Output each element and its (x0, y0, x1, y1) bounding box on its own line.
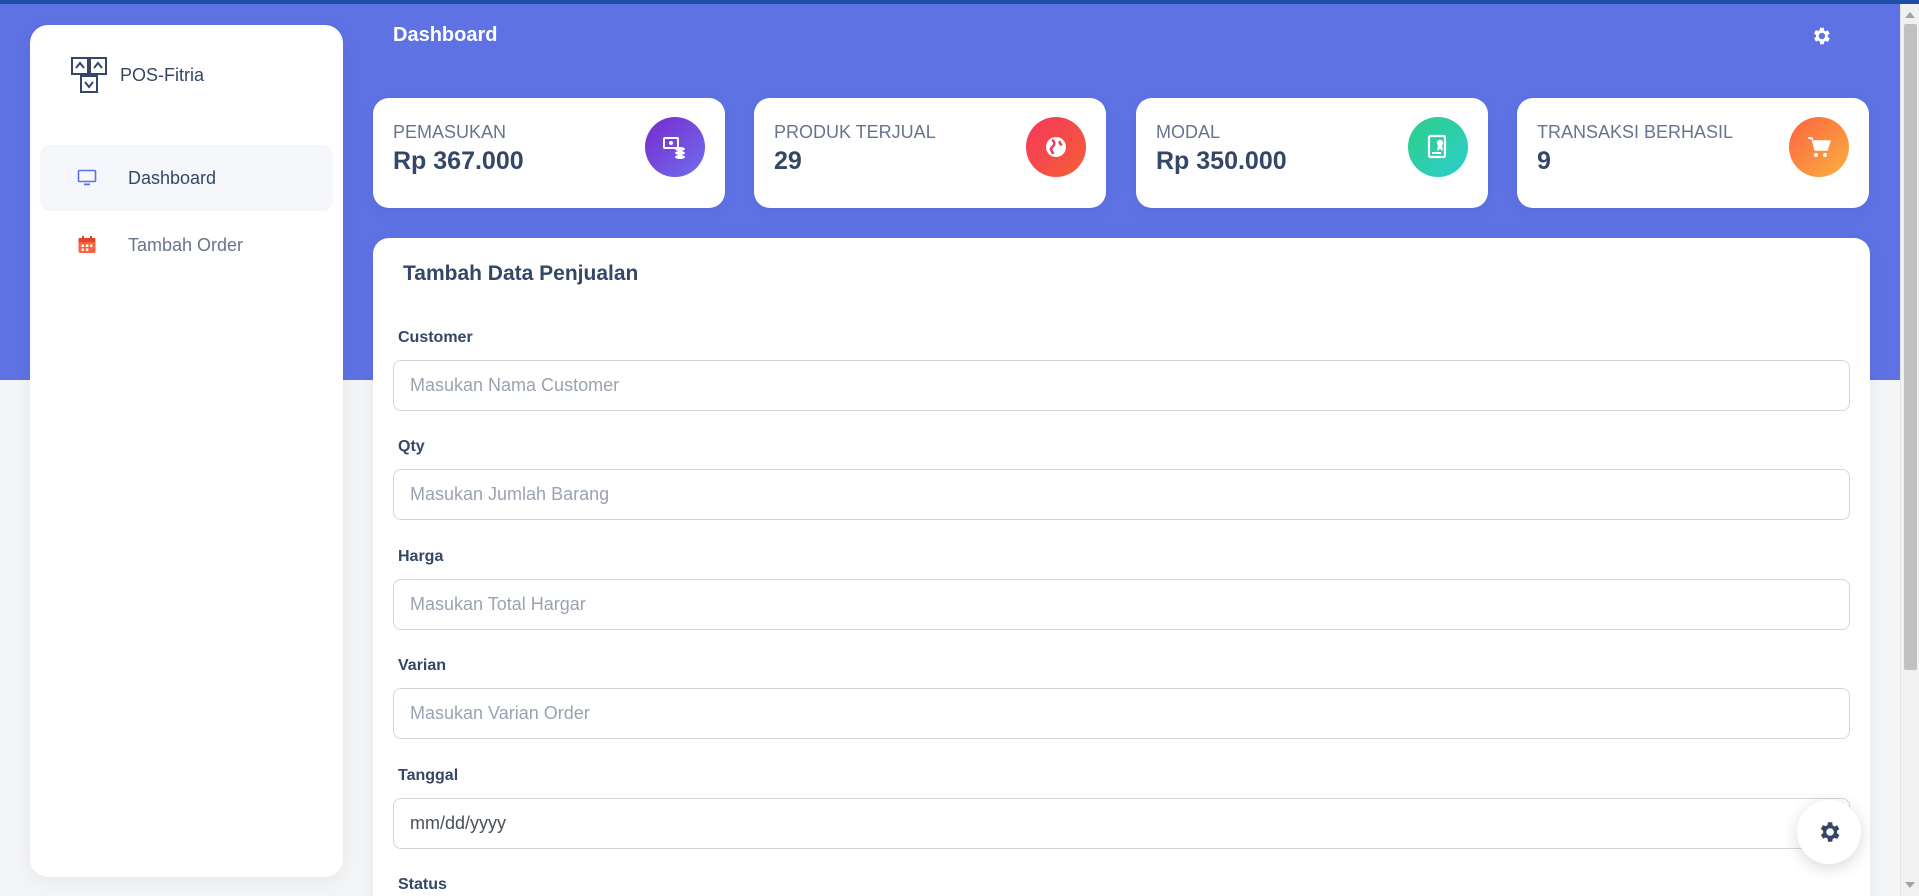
world-icon (1026, 117, 1086, 177)
tanggal-date-input[interactable]: mm/dd/yyyy (393, 798, 1850, 849)
gear-icon (1820, 822, 1840, 842)
page-scrollbar[interactable] (1900, 4, 1919, 896)
harga-input[interactable] (393, 579, 1850, 630)
cart-icon (1789, 117, 1849, 177)
customer-label: Customer (398, 329, 473, 346)
stat-label: PEMASUKAN (393, 122, 507, 142)
tanggal-label: Tanggal (398, 767, 459, 784)
stat-card-produk-terjual: PRODUK TERJUAL 29 (754, 98, 1106, 208)
paper-diploma-icon (1408, 117, 1468, 177)
stat-card-modal: MODAL Rp 350.000 (1136, 98, 1488, 208)
stat-label: PRODUK TERJUAL (774, 122, 936, 142)
qty-input[interactable] (393, 469, 1850, 520)
stat-card-transaksi-berhasil: TRANSAKSI BERHASIL 9 (1517, 98, 1869, 208)
sidebar: POS-Fitria Dashboard Tambah Order (30, 25, 343, 877)
stat-value: Rp 367.000 (393, 147, 524, 175)
stat-value: Rp 350.000 (1156, 147, 1287, 175)
stat-value: 29 (774, 147, 802, 175)
qty-label: Qty (398, 438, 425, 455)
stat-label: TRANSAKSI BERHASIL (1537, 122, 1734, 142)
page-title: Dashboard (393, 24, 498, 46)
customer-input[interactable] (393, 360, 1850, 411)
money-coins-icon (645, 117, 705, 177)
scroll-down-arrow-icon[interactable] (1905, 882, 1915, 888)
sidebar-item-dashboard[interactable]: Dashboard (40, 145, 333, 211)
form-card: Tambah Data Penjualan Customer Qty Harga… (373, 238, 1870, 896)
calendar-icon (76, 234, 98, 256)
settings-gear-icon[interactable] (1810, 25, 1832, 47)
varian-input[interactable] (393, 688, 1850, 739)
scrollbar-thumb[interactable] (1904, 24, 1917, 670)
floating-settings-button[interactable] (1797, 800, 1861, 864)
stat-value: 9 (1537, 147, 1551, 175)
form-title: Tambah Data Penjualan (403, 262, 639, 285)
varian-label: Varian (398, 657, 447, 674)
stat-label: MODAL (1156, 122, 1221, 142)
harga-label: Harga (398, 548, 444, 565)
stat-card-pemasukan: PEMASUKAN Rp 367.000 (373, 98, 725, 208)
sidebar-item-label: Tambah Order (128, 234, 244, 255)
brand-name: POS-Fitria (120, 64, 205, 85)
logo-icon (71, 57, 107, 93)
status-label: Status (398, 876, 447, 893)
sidebar-item-label: Dashboard (128, 167, 217, 188)
monitor-icon (76, 167, 98, 189)
date-placeholder: mm/dd/yyyy (410, 813, 507, 833)
scroll-up-arrow-icon[interactable] (1905, 12, 1915, 18)
sidebar-item-tambah-order[interactable]: Tambah Order (40, 212, 333, 278)
brand[interactable]: POS-Fitria (70, 55, 204, 95)
